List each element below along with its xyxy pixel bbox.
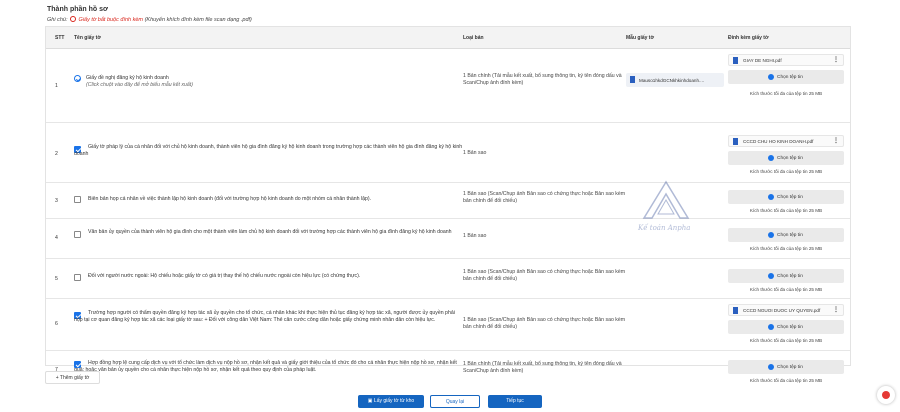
- documents-table: STT Tên giấy tờ Loại bản Mẫu giấy tờ Đín…: [45, 26, 851, 383]
- choose-file-button[interactable]: Chọn tệp tin: [728, 151, 844, 165]
- attached-file[interactable]: CCCD NGUOI DUOC UY QUYEN.pdf ⋮: [728, 304, 844, 316]
- row-type: 1 Bản sao: [463, 233, 487, 239]
- size-limit: Kích thước tối đa của tệp tin 25 MB: [749, 378, 823, 383]
- note-prefix: Ghi chú:: [47, 17, 68, 23]
- row-type: 1 Bản chính (Tải mẫu kết xuất, bổ sung t…: [463, 73, 622, 86]
- row-stt: 1: [55, 83, 58, 89]
- upload-icon: [768, 363, 774, 370]
- pdf-file-icon: [630, 76, 635, 83]
- choose-file-button[interactable]: Chọn tệp tin: [728, 269, 844, 283]
- header-type: Loại bản: [463, 35, 484, 41]
- row-hint[interactable]: (Click chuột vào đây để mở biểu mẫu kết …: [86, 82, 476, 89]
- row-name-text: Giấy đề nghị đăng ký hộ kinh doanh: [86, 75, 169, 81]
- row-name: Hợp đồng hợp lệ cung cấp dịch vụ với tổ …: [74, 360, 457, 373]
- choose-file-button[interactable]: Chọn tệp tin: [728, 228, 844, 242]
- note: Ghi chú: Giấy tờ bắt buộc đính kèm (Khuy…: [47, 16, 252, 23]
- table-row: 3 Biên bản họp cá nhân về việc thành lập…: [46, 183, 850, 219]
- back-button[interactable]: Quay lại: [430, 395, 480, 408]
- page: Thành phần hồ sơ Ghi chú: Giấy tờ bắt bu…: [0, 0, 900, 412]
- row-stt: 4: [55, 235, 58, 241]
- upload-icon: [768, 272, 774, 279]
- row-type: 1 Bản chính (Tải mẫu kết xuất, bổ sung t…: [463, 361, 622, 374]
- section-title: Thành phần hồ sơ: [47, 6, 108, 13]
- completed-icon: [74, 75, 81, 82]
- size-limit: Kích thước tối đa của tệp tin 25 MB: [749, 338, 823, 343]
- row-type: 1 Bản sao (Scan/Chụp ảnh Bản sao có chứn…: [463, 269, 626, 282]
- size-limit: Kích thước tối đa của tệp tin 25 MB: [749, 91, 823, 96]
- pdf-file-icon: [733, 57, 738, 64]
- continue-button[interactable]: Tiếp tục: [488, 395, 542, 408]
- row-name: Giấy tờ pháp lý của cá nhân đối với chủ …: [74, 144, 463, 157]
- add-document-button[interactable]: + Thêm giấy tờ: [45, 371, 100, 384]
- row-type: 1 Bản sao: [463, 150, 487, 156]
- header-stt: STT: [55, 35, 65, 41]
- size-limit: Kích thước tối đa của tệp tin 25 MB: [749, 246, 823, 251]
- upload-icon: [768, 73, 774, 80]
- choose-file-button[interactable]: Chọn tệp tin: [728, 190, 844, 204]
- header-name: Tên giấy tờ: [74, 35, 101, 41]
- required-icon: [70, 16, 77, 22]
- row-type: 1 Bản sao (Scan/Chụp ảnh Bản sao có chứn…: [463, 317, 626, 330]
- row-name: Biên bản họp cá nhân về việc thành lập h…: [88, 196, 372, 202]
- floating-action-button[interactable]: [877, 386, 895, 404]
- size-limit: Kích thước tối đa của tệp tin 25 MB: [749, 169, 823, 174]
- header-template: Mẫu giấy tờ: [626, 35, 655, 41]
- watermark-logo: Kế toán Anpha: [637, 180, 690, 232]
- table-header: STT Tên giấy tờ Loại bản Mẫu giấy tờ Đín…: [46, 27, 850, 49]
- pdf-file-icon: [733, 138, 738, 145]
- table-row: 6 Trường hợp người có thẩm quyền đăng ký…: [46, 299, 850, 351]
- note-hint: (Khuyến khích đính kèm file scan dạng .p…: [144, 17, 252, 23]
- table-row: 4 Văn bản ủy quyền của thành viên hộ gia…: [46, 219, 850, 259]
- size-limit: Kích thước tối đa của tệp tin 25 MB: [749, 287, 823, 292]
- row-name[interactable]: Giấy đề nghị đăng ký hộ kinh doanh (Clic…: [86, 75, 476, 89]
- row-stt: 3: [55, 198, 58, 204]
- attached-file[interactable]: CCCD CHU HO KINH DOANH.pdf ⋮: [728, 135, 844, 147]
- more-options-icon[interactable]: ⋮: [833, 306, 839, 313]
- row-stt: 2: [55, 151, 58, 157]
- table-row: 1 Giấy đề nghị đăng ký hộ kinh doanh (Cl…: [46, 49, 850, 123]
- choose-file-button[interactable]: Chọn tệp tin: [728, 320, 844, 334]
- table-row: 5 Đối với người nước ngoài: Hộ chiếu hoặ…: [46, 259, 850, 299]
- size-limit: Kích thước tối đa của tệp tin 25 MB: [749, 208, 823, 213]
- template-file[interactable]: Mauso1hkdGCNkhkinhdoanh....: [626, 73, 724, 87]
- upload-icon: [768, 154, 774, 161]
- upload-icon: [768, 323, 774, 330]
- choose-file-button[interactable]: Chọn tệp tin: [728, 360, 844, 374]
- header-attach: Đính kèm giấy tờ: [728, 35, 769, 41]
- row-checkbox[interactable]: [74, 196, 81, 203]
- choose-file-button[interactable]: Chọn tệp tin: [728, 70, 844, 84]
- table-row: 2 Giấy tờ pháp lý của cá nhân đối với ch…: [46, 123, 850, 183]
- row-checkbox[interactable]: [74, 274, 81, 281]
- attached-file[interactable]: GIAY DE NGHI.pdf ⋮: [728, 54, 844, 66]
- table-row: 7 Hợp đồng hợp lệ cung cấp dịch vụ với t…: [46, 351, 850, 389]
- row-type: 1 Bản sao (Scan/Chụp ảnh Bản sao có chứn…: [463, 191, 626, 204]
- row-name: Trường hợp người có thẩm quyền đăng ký h…: [74, 310, 455, 323]
- row-stt: 6: [55, 321, 58, 327]
- upload-icon: [768, 193, 774, 200]
- upload-icon: [768, 231, 774, 238]
- more-options-icon[interactable]: ⋮: [833, 137, 839, 144]
- row-stt: 5: [55, 276, 58, 282]
- row-name: Văn bản ủy quyền của thành viên hộ gia đ…: [88, 229, 452, 235]
- row-name: Đối với người nước ngoài: Hộ chiếu hoặc …: [88, 273, 361, 279]
- note-required: Giấy tờ bắt buộc đính kèm: [78, 17, 144, 23]
- more-options-icon[interactable]: ⋮: [833, 56, 839, 63]
- watermark-text: Kế toán Anpha: [637, 223, 690, 232]
- get-from-repository-button[interactable]: ▣ Lấy giấy tờ từ kho: [358, 395, 424, 408]
- pdf-file-icon: [733, 307, 738, 314]
